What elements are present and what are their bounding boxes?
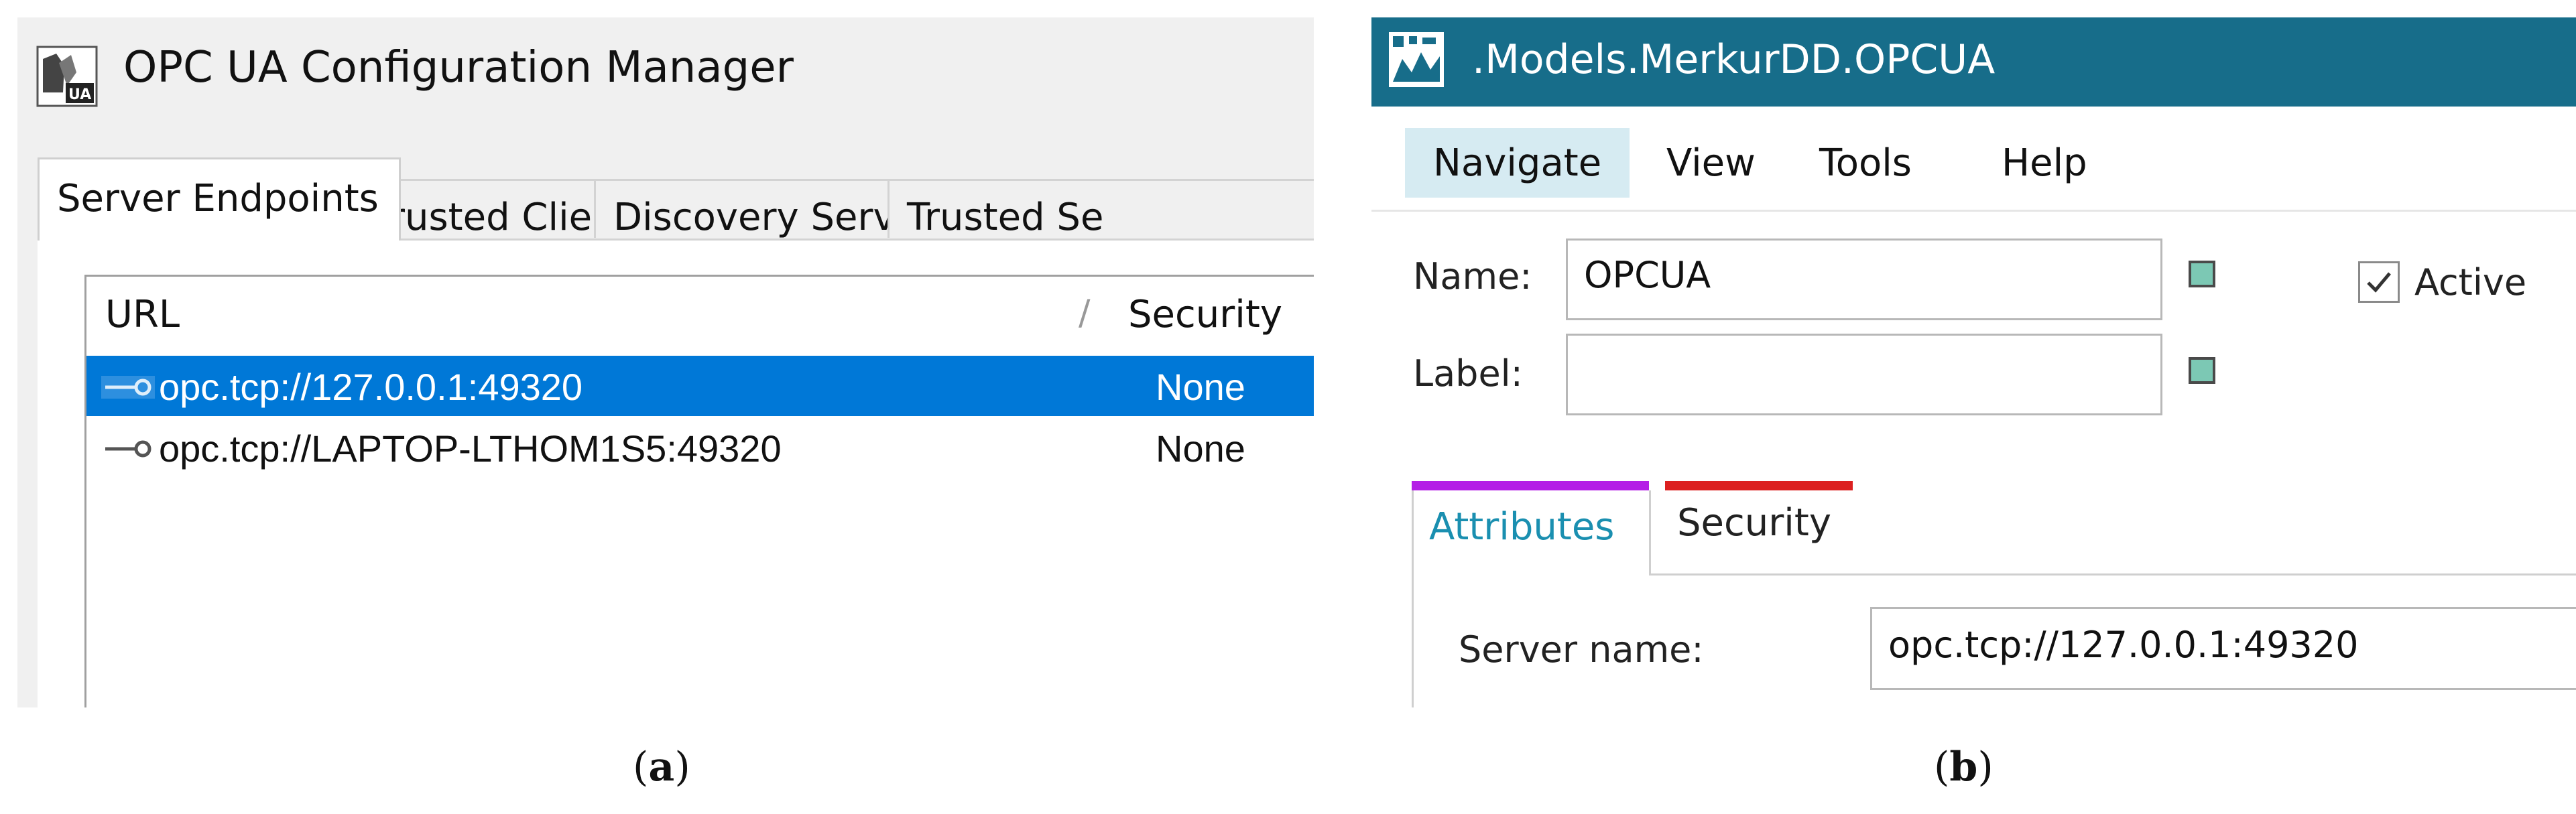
server-name-field[interactable]: opc.tcp://127.0.0.1:49320 — [1870, 607, 2576, 690]
attributes-tab-accent — [1412, 481, 1649, 490]
server-name-value: opc.tcp://127.0.0.1:49320 — [1888, 624, 2359, 666]
security-tab-accent — [1665, 481, 1853, 490]
column-header-label: Security — [1128, 293, 1282, 336]
caption-b: (b) — [1934, 744, 1994, 791]
menu-tools[interactable]: Tools — [1819, 128, 1912, 198]
name-field[interactable]: OPCUA — [1566, 239, 2162, 320]
name-label: Name: — [1413, 255, 1532, 297]
app-model-icon — [1389, 32, 1444, 87]
svg-text:UA: UA — [68, 86, 91, 103]
name-status-indicator[interactable] — [2189, 261, 2215, 287]
tab-trusted-servers[interactable]: Trusted Se — [887, 179, 1314, 239]
menu-help[interactable]: Help — [2002, 128, 2087, 198]
window-title: OPC UA Configuration Manager — [123, 43, 794, 92]
title-bar: .Models.MerkurDD.OPCUA — [1371, 17, 2576, 107]
label-label: Label: — [1413, 352, 1523, 395]
endpoint-row[interactable]: opc.tcp://127.0.0.1:49320 None — [86, 356, 1314, 416]
endpoint-security: None — [1156, 427, 1245, 470]
tab-security[interactable]: Security — [1677, 501, 1831, 545]
endpoint-url: opc.tcp://127.0.0.1:49320 — [159, 366, 583, 408]
column-header-label: URL — [105, 293, 180, 336]
column-header-url[interactable]: URL / — [86, 277, 1121, 344]
checkmark-icon — [2367, 272, 2391, 293]
opc-ua-logo-icon: UA — [36, 46, 98, 107]
sort-indicator-icon: / — [1079, 293, 1091, 333]
endpoint-url: opc.tcp://LAPTOP-LTHOM1S5:49320 — [159, 427, 782, 470]
active-checkbox[interactable] — [2358, 261, 2400, 303]
endpoint-key-icon — [105, 440, 151, 458]
tab-label: Server Endpoints — [57, 177, 379, 220]
tab-border-right — [1649, 490, 1651, 575]
endpoints-list[interactable]: URL / Security opc.tcp://127.0.0.1:49320… — [84, 275, 1314, 707]
tab-border-left — [1412, 490, 1414, 707]
name-value: OPCUA — [1584, 254, 1711, 296]
tab-label: Trusted Se — [907, 196, 1104, 239]
tab-server-endpoints[interactable]: Server Endpoints — [38, 157, 401, 241]
server-name-label: Server name: — [1459, 628, 1704, 671]
endpoint-row[interactable]: opc.tcp://LAPTOP-LTHOM1S5:49320 None — [86, 417, 1314, 478]
endpoint-security: None — [1156, 366, 1245, 408]
endpoint-key-icon — [101, 376, 155, 399]
active-label: Active — [2414, 261, 2527, 303]
window-title: .Models.MerkurDD.OPCUA — [1472, 36, 1996, 83]
menu-navigate[interactable]: Navigate — [1405, 128, 1630, 198]
label-status-indicator[interactable] — [2189, 357, 2215, 384]
label-field[interactable] — [1566, 334, 2162, 415]
tab-strip: Server Endpoints Trusted Clients Discove… — [38, 155, 1314, 241]
tab-attributes[interactable]: Attributes — [1429, 505, 1614, 549]
opc-ua-configuration-manager-window: UA OPC UA Configuration Manager Server E… — [17, 17, 1314, 707]
caption-a: (a) — [633, 744, 690, 791]
menu-divider — [1371, 210, 2576, 212]
tab-border-bottom — [1649, 573, 2576, 575]
merkur-opcua-model-window: .Models.MerkurDD.OPCUA Navigate View Too… — [1371, 17, 2576, 707]
menu-view[interactable]: View — [1666, 128, 1756, 198]
menu-bar: Navigate View Tools Help — [1371, 107, 2576, 200]
column-header-security[interactable]: Security — [1119, 277, 1314, 344]
